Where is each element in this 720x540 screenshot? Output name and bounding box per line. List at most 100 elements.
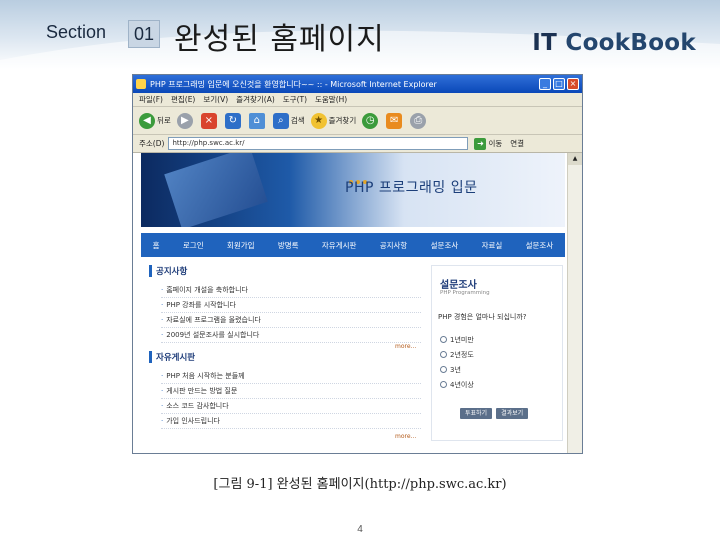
maximize-button[interactable]: □	[553, 78, 565, 90]
notice-item[interactable]: 2009년 설문조사를 실시합니다	[161, 328, 421, 343]
radio-button[interactable]	[440, 381, 447, 388]
go-arrow-icon: ➜	[474, 137, 487, 150]
survey-option[interactable]: 3년	[440, 362, 474, 377]
freeboard-item[interactable]: 가입 인사드립니다	[161, 414, 421, 429]
close-button[interactable]: ×	[567, 78, 579, 90]
menu-help[interactable]: 도움말(H)	[315, 94, 347, 105]
back-label: 뒤로	[157, 116, 171, 125]
radio-button[interactable]	[440, 351, 447, 358]
freeboard-item[interactable]: 게시판 만드는 방법 질문	[161, 384, 421, 399]
search-button[interactable]: ⌕ 검색	[272, 112, 305, 129]
survey-option[interactable]: 2년정도	[440, 347, 474, 362]
survey-option-label: 1년미만	[450, 335, 474, 344]
address-input[interactable]: http://php.swc.ac.kr/	[168, 137, 469, 150]
menu-bar: 파일(F) 편집(E) 보기(V) 즐겨찾기(A) 도구(T) 도움말(H)	[133, 93, 582, 107]
nav-survey-2[interactable]: 설문조사	[524, 240, 556, 251]
go-button[interactable]: ➜ 이동	[474, 137, 503, 150]
address-bar: 주소(D) http://php.swc.ac.kr/ ➜ 이동 연결	[133, 135, 582, 153]
freeboard-item[interactable]: 소스 코드 감사합니다	[161, 399, 421, 414]
survey-panel: 설문조사 PHP Programming PHP 경험은 얼마나 되십니까? 1…	[431, 265, 563, 441]
survey-option-label: 3년	[450, 365, 461, 374]
radio-button[interactable]	[440, 336, 447, 343]
banner-book-image	[164, 153, 268, 227]
page-number: 4	[357, 524, 363, 535]
survey-options: 1년미만 2년정도 3년 4년이상	[440, 332, 474, 392]
favorites-label: 즐겨찾기	[328, 116, 357, 125]
search-icon: ⌕	[272, 112, 289, 129]
site-nav: 홈 로그인 회원가입 방명록 자유게시판 공지사항 설문조사 자료실 설문조사	[141, 233, 565, 257]
mail-button[interactable]: ✉	[386, 112, 404, 129]
brand-logo: IT CookBook	[532, 30, 696, 56]
survey-subtitle: PHP Programming	[440, 290, 490, 296]
freeboard-item[interactable]: PHP 처음 시작하는 분들께	[161, 369, 421, 384]
forward-arrow-icon: ▶	[176, 112, 193, 129]
nav-home[interactable]: 홈	[151, 240, 162, 251]
go-label: 이동	[488, 139, 503, 148]
survey-option[interactable]: 4년이상	[440, 377, 474, 392]
radio-button[interactable]	[440, 366, 447, 373]
notice-item[interactable]: 홈페이지 개설을 축하합니다	[161, 283, 421, 298]
survey-option-label: 2년정도	[450, 350, 474, 359]
site-banner: PHP 프로그래밍 입문	[141, 153, 565, 227]
brand-name: CookBook	[565, 30, 696, 56]
notice-more-link[interactable]: more...	[395, 343, 416, 350]
browser-toolbar: ◀ 뒤로 ▶ × ↻ ⌂ ⌕ 검색 ★ 즐겨찾기 ◷ ✉ ⎙	[133, 107, 582, 135]
address-label: 주소(D)	[139, 139, 165, 148]
vertical-scrollbar[interactable]: ▲	[567, 153, 582, 453]
freeboard-heading: 자유게시판	[149, 351, 195, 363]
vote-button[interactable]: 투표하기	[460, 408, 493, 419]
notice-item[interactable]: 자료실에 프로그램을 올렸습니다	[161, 313, 421, 328]
freeboard-more-link[interactable]: more...	[395, 433, 416, 440]
notice-list: 홈페이지 개설을 축하합니다 PHP 강좌를 시작합니다 자료실에 프로그램을 …	[161, 283, 421, 343]
nav-freeboard[interactable]: 자유게시판	[320, 240, 359, 251]
menu-tools[interactable]: 도구(T)	[283, 94, 307, 105]
history-button[interactable]: ◷	[362, 112, 380, 129]
menu-edit[interactable]: 편집(E)	[171, 94, 195, 105]
stop-icon: ×	[200, 112, 217, 129]
menu-file[interactable]: 파일(F)	[139, 94, 163, 105]
print-icon: ⎙	[410, 112, 427, 129]
nav-login[interactable]: 로그인	[181, 240, 206, 251]
home-icon: ⌂	[248, 112, 265, 129]
web-page: PHP 프로그래밍 입문 홈 로그인 회원가입 방명록 자유게시판 공지사항 설…	[133, 153, 569, 453]
ie-icon	[136, 79, 146, 89]
favorites-button[interactable]: ★ 즐겨찾기	[310, 112, 357, 129]
search-label: 검색	[290, 116, 305, 125]
mail-icon: ✉	[386, 112, 403, 129]
survey-title: 설문조사	[440, 280, 477, 291]
survey-option[interactable]: 1년미만	[440, 332, 474, 347]
window-title: PHP 프로그래밍 입문에 오신것을 환영합니다~~ :: - Microsof…	[150, 79, 437, 89]
nav-survey[interactable]: 설문조사	[429, 240, 461, 251]
refresh-button[interactable]: ↻	[224, 112, 243, 129]
nav-guestbook[interactable]: 방명록	[276, 240, 301, 251]
section-number: 01	[128, 20, 160, 48]
star-icon: ★	[310, 112, 327, 129]
scroll-up-icon[interactable]: ▲	[568, 153, 582, 165]
notice-heading: 공지사항	[149, 265, 187, 277]
freeboard-list: PHP 처음 시작하는 분들께 게시판 만드는 방법 질문 소스 코드 감사합니…	[161, 369, 421, 429]
menu-favorites[interactable]: 즐겨찾기(A)	[236, 94, 275, 105]
back-button[interactable]: ◀ 뒤로	[139, 112, 171, 129]
nav-archive[interactable]: 자료실	[480, 240, 505, 251]
history-icon: ◷	[362, 112, 379, 129]
brand-it: IT	[532, 30, 558, 56]
links-label[interactable]: 연결	[510, 138, 524, 149]
window-titlebar: PHP 프로그래밍 입문에 오신것을 환영합니다~~ :: - Microsof…	[133, 75, 582, 93]
section-label: Section	[46, 22, 107, 42]
slide-title: 완성된 홈페이지	[174, 22, 385, 57]
nav-notice[interactable]: 공지사항	[378, 240, 410, 251]
browser-screenshot: PHP 프로그래밍 입문에 오신것을 환영합니다~~ :: - Microsof…	[132, 74, 583, 454]
notice-item[interactable]: PHP 강좌를 시작합니다	[161, 298, 421, 313]
menu-view[interactable]: 보기(V)	[203, 94, 228, 105]
figure-caption: [그림 9-1] 완성된 홈페이지(http://php.swc.ac.kr)	[213, 477, 507, 492]
forward-button[interactable]: ▶	[176, 112, 195, 129]
survey-option-label: 4년이상	[450, 380, 474, 389]
nav-join[interactable]: 회원가입	[225, 240, 257, 251]
survey-question: PHP 경험은 얼마나 되십니까?	[438, 313, 527, 321]
minimize-button[interactable]: _	[539, 78, 551, 90]
home-button[interactable]: ⌂	[248, 112, 267, 129]
survey-buttons: 투표하기 결과보기	[460, 408, 532, 419]
results-button[interactable]: 결과보기	[496, 408, 529, 419]
print-button[interactable]: ⎙	[410, 112, 428, 129]
stop-button[interactable]: ×	[200, 112, 219, 129]
